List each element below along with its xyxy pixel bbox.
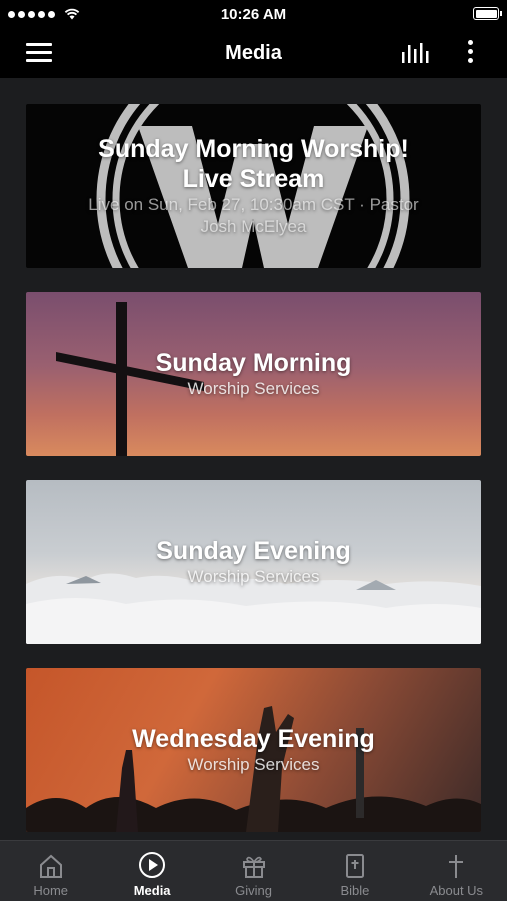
audio-player-button[interactable]: [401, 42, 431, 64]
wifi-icon: [64, 8, 80, 20]
bible-icon: [345, 854, 364, 878]
tab-label: Bible: [340, 883, 370, 898]
card-title: Sunday Morning Worship! Live Stream: [98, 135, 409, 193]
card-title: Wednesday Evening: [132, 725, 375, 753]
signal-strength: [8, 8, 80, 20]
sunday-morning-text: Sunday Morning Worship Services: [26, 348, 481, 400]
live-stream-card[interactable]: Sunday Morning Worship! Live Stream Live…: [26, 104, 481, 268]
more-options-button[interactable]: [465, 40, 475, 66]
status-bar: 10:26 AM: [0, 0, 507, 28]
battery-icon: [473, 7, 502, 20]
sunday-morning-card[interactable]: Sunday Morning Worship Services: [26, 292, 481, 456]
tab-label: Media: [133, 883, 171, 898]
gift-icon: [242, 856, 265, 878]
page-title: Media: [225, 41, 282, 64]
sunday-evening-card[interactable]: Sunday Evening Worship Services: [26, 480, 481, 644]
home-icon: [39, 854, 62, 878]
media-list: Sunday Morning Worship! Live Stream Live…: [0, 78, 507, 840]
wednesday-evening-text: Wednesday Evening Worship Services: [26, 724, 481, 776]
card-title: Sunday Morning: [155, 349, 352, 377]
tab-about-us[interactable]: About Us: [406, 841, 507, 901]
card-subtitle: Worship Services: [187, 755, 320, 774]
tab-bar: Home Media Giving Bible About Us: [0, 840, 507, 901]
tab-label: About Us: [429, 883, 484, 898]
play-circle-icon: [139, 852, 166, 878]
sunday-evening-text: Sunday Evening Worship Services: [26, 536, 481, 588]
card-subtitle: Live on Sun, Feb 27, 10:30am CST · Pasto…: [88, 195, 419, 236]
card-subtitle: Worship Services: [187, 567, 320, 586]
equalizer-icon: [402, 43, 429, 63]
tab-media[interactable]: Media: [101, 841, 202, 901]
navigation-bar: Media: [0, 28, 507, 78]
wednesday-evening-card[interactable]: Wednesday Evening Worship Services: [26, 668, 481, 832]
tab-bible[interactable]: Bible: [304, 841, 405, 901]
tab-label: Home: [33, 883, 69, 898]
card-title: Sunday Evening: [156, 537, 351, 565]
tab-giving[interactable]: Giving: [203, 841, 304, 901]
live-stream-text: Sunday Morning Worship! Live Stream Live…: [26, 134, 481, 238]
status-time: 10:26 AM: [220, 5, 287, 23]
menu-button[interactable]: [26, 42, 52, 62]
cross-icon: [449, 855, 464, 878]
card-subtitle: Worship Services: [187, 379, 320, 398]
tab-home[interactable]: Home: [0, 841, 101, 901]
tab-label: Giving: [235, 883, 272, 898]
